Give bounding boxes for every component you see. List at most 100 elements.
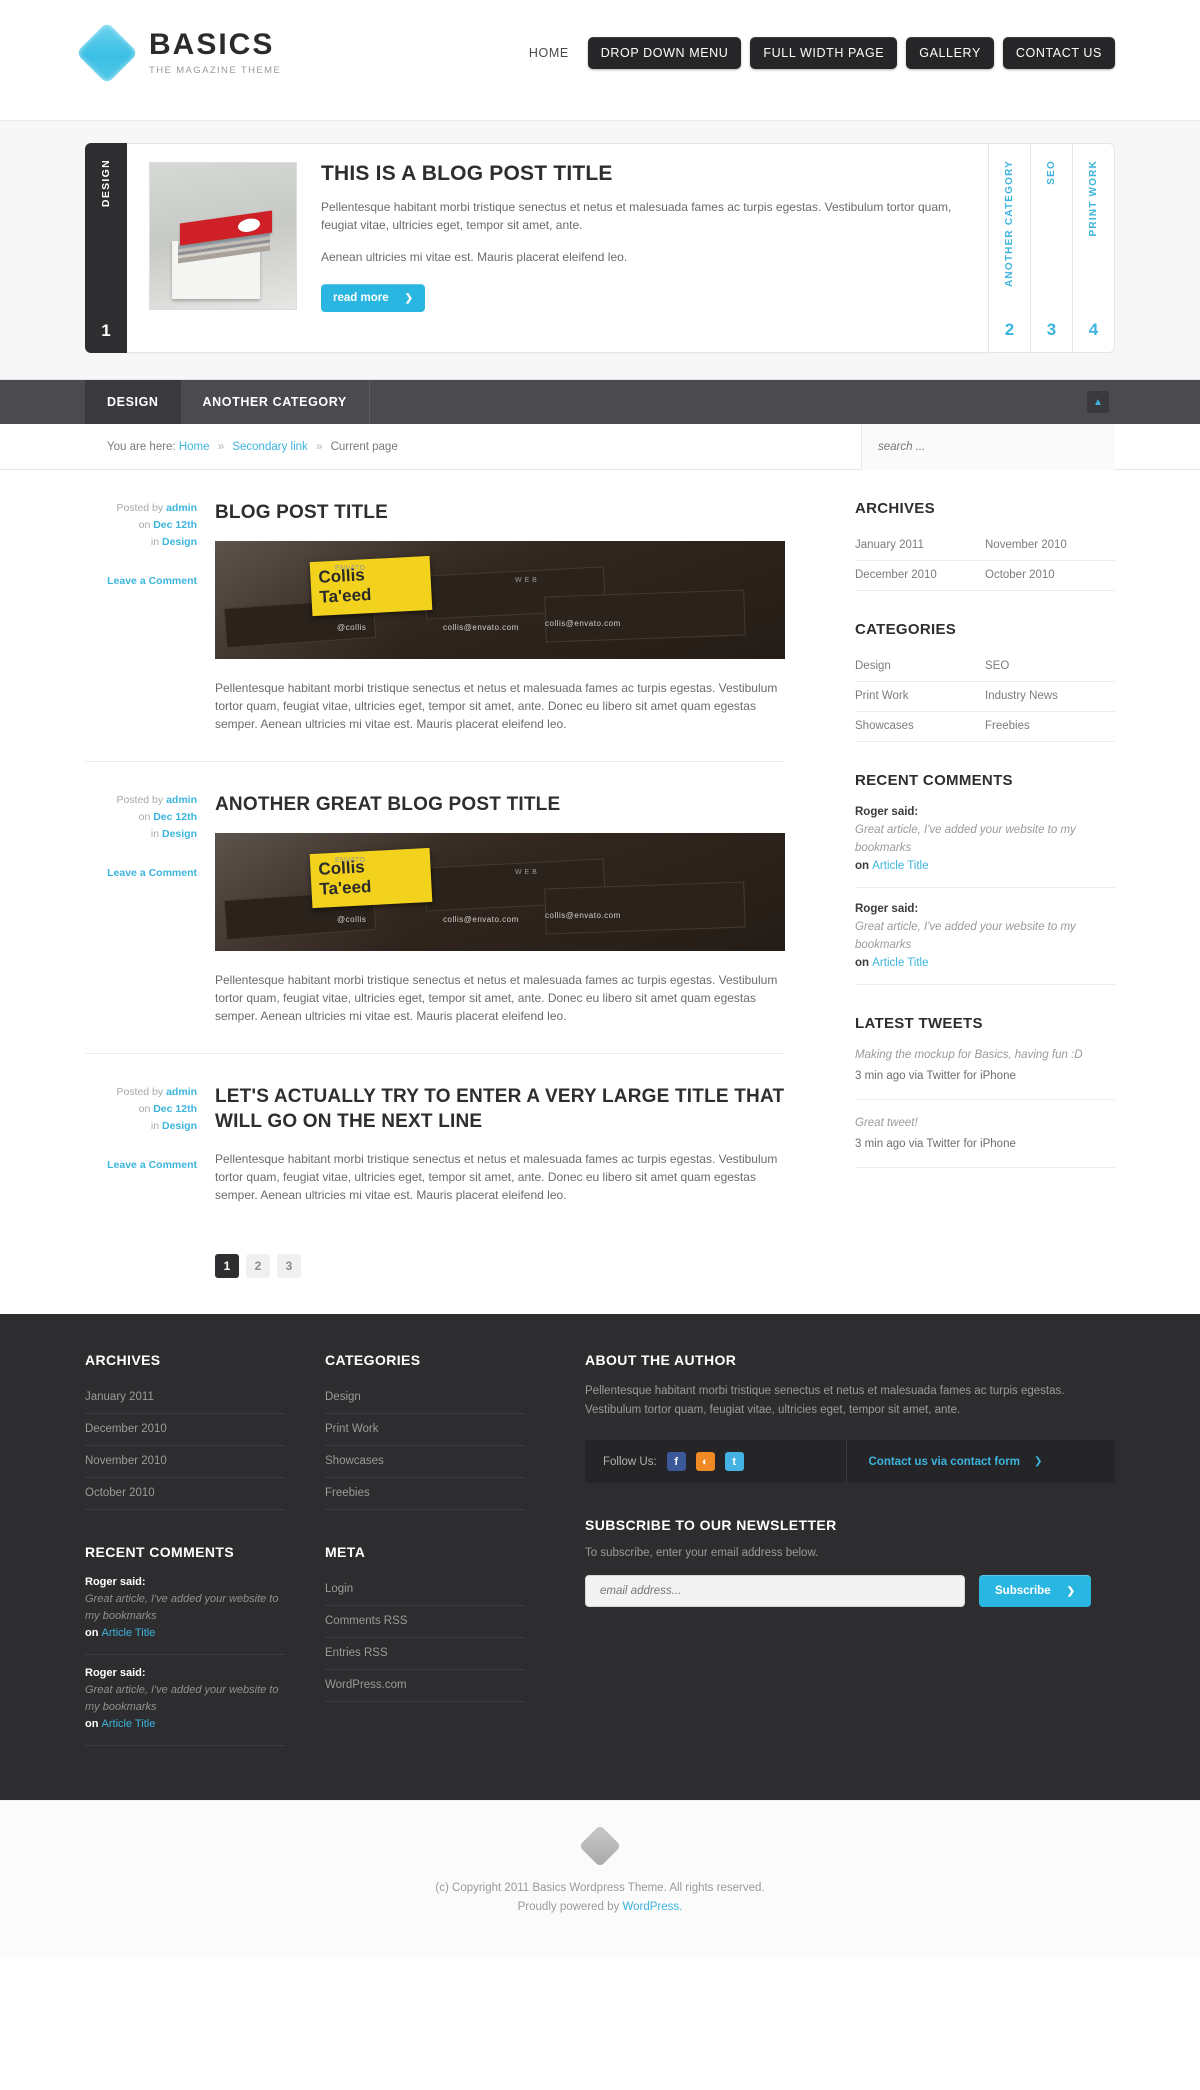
leave-a-comment-link[interactable]: Leave a Comment	[85, 1157, 197, 1174]
slider-tab-label: SEO	[1046, 160, 1057, 185]
footer-title: ARCHIVES	[85, 1352, 161, 1368]
category-link[interactable]: Industry News	[985, 690, 1058, 702]
archive-item: December 2010	[855, 561, 985, 591]
slider-post-title[interactable]: THIS IS A BLOG POST TITLE	[321, 162, 966, 186]
nav-item-gallery[interactable]: GALLERY	[906, 36, 994, 69]
slider-paragraph-2: Aenean ultricies mi vitae est. Mauris pl…	[321, 250, 628, 264]
category-link[interactable]: SEO	[985, 660, 1009, 672]
search-input[interactable]	[878, 441, 1099, 453]
widget-recent-comments: RECENT COMMENTS Roger said: Great articl…	[855, 772, 1115, 985]
breadcrumb: You are here: Home » Secondary link » Cu…	[85, 441, 398, 453]
archive-link[interactable]: October 2010	[985, 569, 1055, 581]
category-link[interactable]: Design	[855, 660, 891, 672]
footer-meta-link[interactable]: Entries RSS	[325, 1638, 525, 1670]
wordpress-link[interactable]: WordPress.	[622, 1901, 682, 1913]
post-featured-image[interactable]: @colliscollis@envato.com collis@envato.c…	[215, 541, 785, 659]
footer-category-link[interactable]: Freebies	[325, 1478, 525, 1510]
contact-form-link[interactable]: Contact us via contact form	[869, 1456, 1020, 1468]
pagination-page-2[interactable]: 2	[246, 1254, 270, 1278]
comment-quote: Great article, I've added your website t…	[855, 824, 1076, 854]
about-author-text: Pellentesque habitant morbi tristique se…	[585, 1385, 1065, 1416]
slider-tab-active[interactable]: DESIGN 1	[85, 143, 127, 353]
category-item: Industry News	[985, 682, 1115, 712]
nav-item-home[interactable]: HOME	[519, 39, 579, 67]
breadcrumb-home[interactable]: Home	[179, 441, 210, 453]
post-featured-image[interactable]: @colliscollis@envato.com collis@envato.c…	[215, 833, 785, 951]
post-category-link[interactable]: Design	[162, 828, 197, 840]
nav-item-full-width-page[interactable]: FULL WIDTH PAGE	[750, 36, 898, 69]
comment-article-link[interactable]: Article Title	[102, 1627, 156, 1639]
widget-title: CATEGORIES	[855, 621, 957, 638]
nav-item-contact-us[interactable]: CONTACT US	[1002, 36, 1115, 69]
post-title[interactable]: ANOTHER GREAT BLOG POST TITLE	[215, 792, 785, 817]
subscribe-label: Subscribe	[995, 1585, 1051, 1597]
post-category-link[interactable]: Design	[162, 536, 197, 548]
footer-meta-link[interactable]: Comments RSS	[325, 1606, 525, 1638]
widget-title: ARCHIVES	[855, 500, 935, 517]
archive-link[interactable]: November 2010	[985, 539, 1067, 551]
rss-icon[interactable]: ◐	[695, 1452, 715, 1471]
category-link[interactable]: Showcases	[855, 720, 914, 732]
slider-tab-seo[interactable]: SEO 3	[1031, 143, 1073, 353]
search-box[interactable]	[861, 424, 1115, 470]
tweet-text: Great tweet!	[855, 1117, 918, 1129]
comment-article-link[interactable]: Article Title	[872, 957, 928, 969]
site-footer: ARCHIVES January 2011 December 2010 Nove…	[0, 1314, 1200, 1800]
read-more-button[interactable]: read more ❯	[321, 284, 425, 312]
tweet-meta: 3 min ago via Twitter for iPhone	[855, 1138, 1016, 1150]
footer-category-link[interactable]: Design	[325, 1382, 525, 1414]
slider-tab-print-work[interactable]: PRINT WORK 4	[1073, 143, 1115, 353]
post-date-link[interactable]: Dec 12th	[153, 811, 197, 823]
post-author-link[interactable]: admin	[166, 502, 197, 514]
category-link[interactable]: Freebies	[985, 720, 1030, 732]
pagination-page-3[interactable]: 3	[277, 1254, 301, 1278]
leave-a-comment-link[interactable]: Leave a Comment	[85, 865, 197, 882]
slider-thumbnail-image[interactable]	[149, 162, 297, 310]
nav-item-dropdown-menu[interactable]: DROP DOWN MENU	[587, 36, 742, 69]
category-link[interactable]: Print Work	[855, 690, 908, 702]
meta-posted-by-label: Posted by	[116, 502, 164, 514]
breadcrumb-prefix: You are here:	[107, 441, 176, 453]
comment-author: Roger said:	[855, 903, 919, 915]
comment-article-link[interactable]: Article Title	[872, 860, 928, 872]
footer-meta-link[interactable]: Login	[325, 1574, 525, 1606]
twitter-icon[interactable]: t	[724, 1452, 744, 1471]
post-date-link[interactable]: Dec 12th	[153, 519, 197, 531]
breadcrumb-secondary[interactable]: Secondary link	[232, 441, 307, 453]
post-author-link[interactable]: admin	[166, 794, 197, 806]
post-title[interactable]: BLOG POST TITLE	[215, 500, 785, 525]
copyright-section: (c) Copyright 2011 Basics Wordpress Them…	[0, 1800, 1200, 1957]
category-tab-another-category[interactable]: ANOTHER CATEGORY	[181, 380, 370, 424]
footer-archive-link[interactable]: January 2011	[85, 1382, 285, 1414]
pagination-page-1[interactable]: 1	[215, 1254, 239, 1278]
brand-logo[interactable]: BASICS THE MAGAZINE THEME	[75, 21, 281, 84]
category-item: Freebies	[985, 712, 1115, 742]
footer-category-link[interactable]: Showcases	[325, 1446, 525, 1478]
archive-link[interactable]: January 2011	[855, 539, 924, 551]
post-author-link[interactable]: admin	[166, 1086, 197, 1098]
footer-archive-link[interactable]: November 2010	[85, 1446, 285, 1478]
post-title[interactable]: LET'S ACTUALLY TRY TO ENTER A VERY LARGE…	[215, 1084, 785, 1134]
post-category-link[interactable]: Design	[162, 1120, 197, 1132]
archive-link[interactable]: December 2010	[855, 569, 937, 581]
newsletter-email-input[interactable]	[585, 1575, 965, 1607]
leave-a-comment-link[interactable]: Leave a Comment	[85, 573, 197, 590]
slider-tab-another-category[interactable]: ANOTHER CATEGORY 2	[989, 143, 1031, 353]
facebook-icon[interactable]: f	[666, 1452, 686, 1471]
meta-in-label: in	[150, 1120, 160, 1132]
meta-in-label: in	[150, 828, 160, 840]
chevron-up-icon[interactable]: ▲	[1087, 391, 1109, 413]
footer-archive-link[interactable]: December 2010	[85, 1414, 285, 1446]
slider-tab-label: ANOTHER CATEGORY	[1004, 160, 1015, 287]
comment-article-link[interactable]: Article Title	[102, 1718, 156, 1730]
subscribe-button[interactable]: Subscribe ❯	[979, 1575, 1091, 1607]
post-date-link[interactable]: Dec 12th	[153, 1103, 197, 1115]
footer-archives-list: January 2011 December 2010 November 2010…	[85, 1382, 285, 1510]
chevron-right-icon: ❯	[1033, 1456, 1043, 1467]
category-tab-design[interactable]: DESIGN	[85, 380, 181, 424]
post-meta: Posted by admin on Dec 12th in Design Le…	[85, 1084, 215, 1204]
footer-category-link[interactable]: Print Work	[325, 1414, 525, 1446]
footer-archive-link[interactable]: October 2010	[85, 1478, 285, 1510]
footer-meta-link[interactable]: WordPress.com	[325, 1670, 525, 1702]
chevron-right-icon: ❯	[1066, 1585, 1075, 1597]
